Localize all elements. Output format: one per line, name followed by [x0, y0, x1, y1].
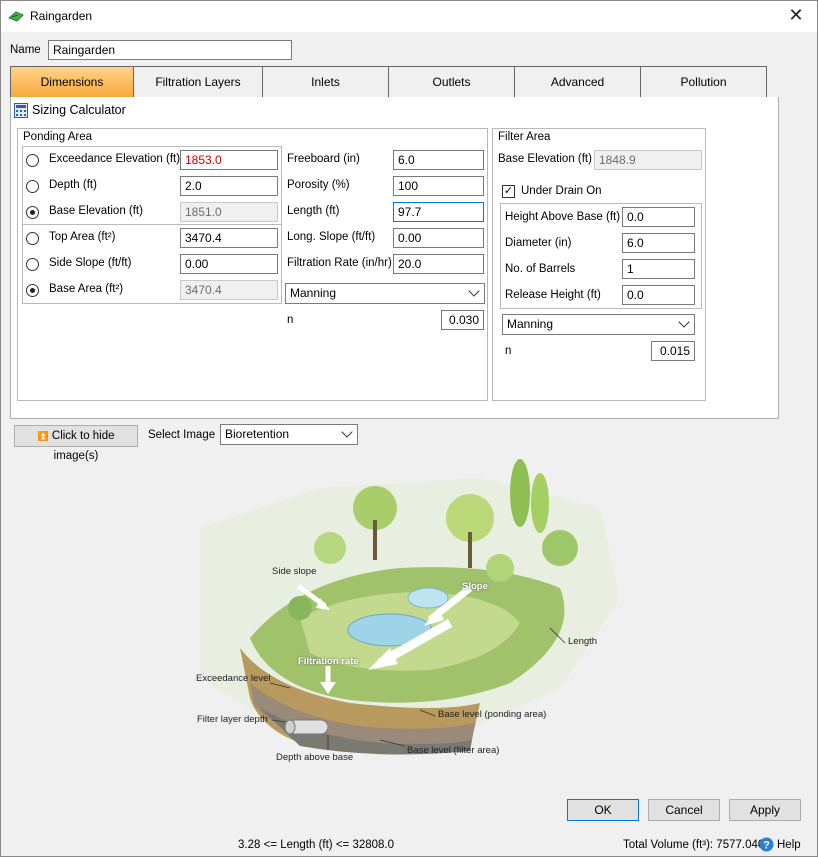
radio-base-area[interactable]: [26, 284, 39, 297]
ponding-n-input[interactable]: [441, 310, 484, 330]
help-link[interactable]: Help: [777, 839, 801, 851]
double-chevron-up-icon: ⏫: [37, 431, 49, 441]
filter-roughness-value: Manning: [507, 317, 554, 331]
hide-images-label: Click to hide image(s): [51, 430, 115, 462]
filter-roughness-select[interactable]: Manning: [502, 314, 695, 335]
radio-top-area[interactable]: [26, 232, 39, 245]
diagram-label-filtration-rate: Filtration rate: [298, 656, 359, 667]
calculator-icon: [14, 103, 28, 118]
side-slope-input[interactable]: [180, 254, 278, 274]
freeboard-input[interactable]: [393, 150, 484, 170]
freeboard-label: Freeboard (in): [287, 153, 360, 165]
help-icon[interactable]: ?: [759, 837, 774, 852]
height-above-base-label: Height Above Base (ft): [505, 211, 621, 223]
apply-button[interactable]: Apply: [729, 799, 801, 821]
name-input[interactable]: [48, 40, 292, 60]
chevron-down-icon: [341, 426, 353, 438]
top-area-input[interactable]: [180, 228, 278, 248]
under-drain-label: Under Drain On: [521, 185, 602, 197]
close-icon[interactable]: ✕: [784, 4, 808, 28]
base-area-label: Base Area (ft²): [49, 283, 124, 295]
title-bar: [0, 0, 818, 32]
diagram-label-base-level-filter: Base level (filter area): [407, 745, 500, 756]
barrels-label: No. of Barrels: [505, 263, 576, 275]
release-height-label: Release Height (ft): [505, 289, 601, 301]
diagram-label-side-slope: Side slope: [272, 566, 317, 577]
tab-inlets[interactable]: Inlets: [262, 66, 389, 98]
raingarden-app-icon: [8, 11, 24, 22]
svg-text:?: ?: [763, 840, 770, 852]
length-input[interactable]: [393, 202, 484, 222]
hide-images-button[interactable]: ⏫ Click to hide image(s): [14, 425, 138, 462]
diagram-label-filter-layer-depth: Filter layer depth: [197, 714, 268, 725]
filter-n-input[interactable]: [651, 341, 695, 361]
depth-label: Depth (ft): [49, 179, 97, 191]
exceedance-elevation-label: Exceedance Elevation (ft): [49, 153, 181, 165]
select-image-dropdown[interactable]: Bioretention: [220, 424, 358, 445]
tab-pollution[interactable]: Pollution: [640, 66, 767, 98]
long-slope-input[interactable]: [393, 228, 484, 248]
diameter-label: Diameter (in): [505, 237, 572, 249]
chevron-down-icon: [468, 285, 480, 297]
length-label: Length (ft): [287, 205, 340, 217]
ok-button[interactable]: OK: [567, 799, 639, 821]
base-elevation-input: [180, 202, 278, 222]
tab-advanced[interactable]: Advanced: [514, 66, 641, 98]
barrels-input[interactable]: [622, 259, 695, 279]
select-image-label: Select Image: [148, 429, 216, 441]
chevron-down-icon: [678, 316, 690, 328]
diameter-input[interactable]: [622, 233, 695, 253]
diagram-label-exceedance-level: Exceedance level: [196, 673, 271, 684]
depth-input[interactable]: [180, 176, 278, 196]
diagram-label-slope: Slope: [462, 581, 488, 592]
tab-outlets[interactable]: Outlets: [388, 66, 515, 98]
name-label: Name: [10, 44, 41, 56]
porosity-label: Porosity (%): [287, 179, 350, 191]
top-area-label: Top Area (ft²): [49, 231, 116, 243]
total-volume-status: Total Volume (ft³): 7577.040: [623, 839, 765, 851]
radio-depth[interactable]: [26, 180, 39, 193]
ponding-divider: [23, 224, 281, 225]
long-slope-label: Long. Slope (ft/ft): [287, 231, 376, 243]
diagram-label-length: Length: [568, 636, 598, 647]
selected-image-value: Bioretention: [225, 427, 290, 441]
cancel-button[interactable]: Cancel: [648, 799, 720, 821]
filter-n-label: n: [505, 345, 512, 357]
release-height-input[interactable]: [622, 285, 695, 305]
ponding-n-label: n: [287, 314, 294, 326]
radio-side-slope[interactable]: [26, 258, 39, 271]
diagram-label-base-level-ponding: Base level (ponding area): [438, 709, 547, 720]
height-above-base-input[interactable]: [622, 207, 695, 227]
ponding-roughness-select[interactable]: Manning: [285, 283, 485, 304]
exceedance-elevation-input[interactable]: [180, 150, 278, 170]
length-range-status: 3.28 <= Length (ft) <= 32808.0: [238, 839, 395, 851]
filtration-rate-label: Filtration Rate (in/hr): [287, 257, 392, 269]
tab-filtration-layers[interactable]: Filtration Layers: [133, 66, 263, 98]
porosity-input[interactable]: [393, 176, 484, 196]
base-elevation-label: Base Elevation (ft): [49, 205, 143, 217]
sizing-calculator-link[interactable]: Sizing Calculator: [32, 103, 126, 117]
diagram-label-depth-above-base: Depth above base: [276, 752, 354, 763]
tab-strip: Dimensions Filtration Layers Inlets Outl…: [10, 66, 767, 98]
radio-base-elevation[interactable]: [26, 206, 39, 219]
filter-base-elevation-label: Base Elevation (ft): [498, 153, 592, 165]
ponding-roughness-value: Manning: [290, 286, 337, 300]
filter-base-elevation-input: [594, 150, 702, 170]
under-drain-checkbox[interactable]: ✓: [502, 185, 515, 198]
filter-area-title: Filter Area: [498, 131, 551, 143]
tab-dimensions[interactable]: Dimensions: [10, 66, 134, 98]
ponding-area-title: Ponding Area: [23, 131, 93, 143]
side-slope-label: Side Slope (ft/ft): [49, 257, 132, 269]
radio-exceedance-elevation[interactable]: [26, 154, 39, 167]
window-title: Raingarden: [30, 9, 93, 23]
base-area-input: [180, 280, 278, 300]
filtration-rate-input[interactable]: [393, 254, 484, 274]
